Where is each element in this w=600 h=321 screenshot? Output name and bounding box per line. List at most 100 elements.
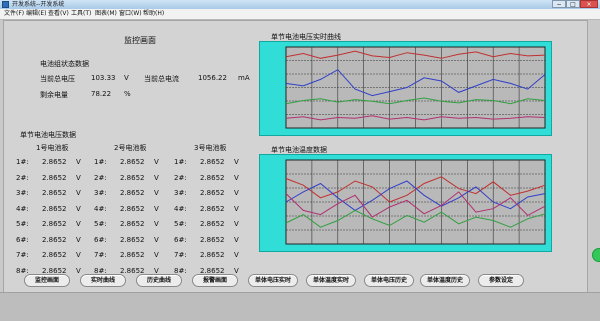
chart-svg	[285, 46, 546, 129]
cell-voltage-value: 2.8652	[42, 189, 67, 197]
nav-cell-temperature-history-button[interactable]: 单体温度历史	[420, 274, 470, 287]
cell-voltage-unit: V	[76, 158, 81, 166]
cell-voltage-unit: V	[234, 220, 239, 228]
nav-monitor-button[interactable]: 监控画面	[24, 274, 70, 287]
menu-tools[interactable]: 工具(T)	[71, 9, 91, 19]
board-header: 3号电池板	[194, 144, 227, 152]
nav-settings-button[interactable]: 参数设定	[478, 274, 524, 287]
cell-voltage-unit: V	[234, 204, 239, 213]
menu-help[interactable]: 帮助(H)	[143, 9, 164, 19]
cell-id: 5#:	[174, 220, 187, 228]
cell-voltage-value: 2.8652	[200, 251, 225, 259]
cell-id: 4#:	[16, 204, 29, 213]
cell-voltage-unit: V	[234, 251, 239, 259]
nav-cell-voltage-history-button[interactable]: 单体电压历史	[364, 274, 414, 287]
total-voltage-unit: V	[124, 74, 129, 82]
cell-voltage-value: 2.8652	[120, 251, 145, 259]
menu-edit[interactable]: 编辑(E)	[26, 9, 46, 19]
cell-voltage-unit: V	[154, 189, 159, 197]
cell-id: 1#:	[94, 158, 107, 166]
cell-voltage-value: 2.8652	[42, 204, 67, 213]
cell-voltage-value: 2.8652	[200, 220, 225, 228]
cell-voltage-value: 2.8652	[42, 235, 67, 244]
cell-voltage-value: 2.8652	[120, 235, 145, 244]
cell-voltage-value: 2.8652	[120, 204, 145, 213]
minimize-button[interactable]: −	[552, 0, 566, 8]
temperature-chart	[259, 154, 552, 252]
cell-voltage-unit: V	[234, 173, 239, 182]
close-button[interactable]: ×	[580, 0, 598, 8]
cell-id: 6#:	[16, 235, 29, 244]
cell-voltage-value: 2.8652	[200, 204, 225, 213]
cell-voltage-heading: 单节电池电压数据	[20, 131, 76, 139]
cell-voltage-value: 2.8652	[120, 173, 145, 182]
cell-id: 3#:	[94, 189, 107, 197]
total-current-value: 1056.22	[198, 74, 227, 82]
cell-id: 3#:	[174, 189, 187, 197]
cell-voltage-unit: V	[154, 220, 159, 228]
cell-voltage-unit: V	[76, 251, 81, 259]
cell-voltage-unit: V	[154, 173, 159, 182]
nav-cell-voltage-realtime-button[interactable]: 单体电压实时	[248, 274, 298, 287]
nav-history-curve-button[interactable]: 历史曲线	[136, 274, 182, 287]
cell-voltage-value: 2.8652	[120, 189, 145, 197]
page-title: 监控画面	[124, 36, 156, 45]
cell-voltage-unit: V	[76, 235, 81, 244]
remaining-value: 78.22	[91, 90, 112, 98]
cell-id: 2#:	[174, 173, 187, 182]
cell-voltage-unit: V	[154, 158, 159, 166]
navigation-bar: 监控画面 实时曲线 历史曲线 报警画面 单体电压实时 单体温度实时 单体电压历史…	[0, 270, 600, 292]
maximize-button[interactable]: □	[566, 0, 580, 8]
bottom-strip	[0, 292, 600, 321]
cell-id: 6#:	[174, 235, 187, 244]
chart-svg	[285, 159, 546, 245]
nav-realtime-curve-button[interactable]: 实时曲线	[80, 274, 126, 287]
cell-id: 5#:	[16, 220, 29, 228]
cell-voltage-unit: V	[154, 204, 159, 213]
cell-id: 7#:	[94, 251, 107, 259]
cell-voltage-value: 2.8652	[200, 158, 225, 166]
board-header: 1号电池板	[36, 144, 69, 152]
nav-cell-temperature-realtime-button[interactable]: 单体温度实时	[306, 274, 356, 287]
side-scroll-handle[interactable]	[592, 248, 600, 262]
cell-id: 7#:	[16, 251, 29, 259]
board-header: 2号电池板	[114, 144, 147, 152]
total-voltage-value: 103.33	[91, 74, 116, 82]
cell-voltage-unit: V	[76, 173, 81, 182]
cell-id: 1#:	[174, 158, 187, 166]
cell-voltage-unit: V	[234, 235, 239, 244]
cell-id: 6#:	[94, 235, 107, 244]
total-voltage-label: 当前总电压	[40, 75, 75, 83]
remaining-unit: %	[124, 90, 131, 98]
cell-voltage-unit: V	[154, 251, 159, 259]
cell-voltage-value: 2.8652	[42, 158, 67, 166]
cell-voltage-value: 2.8652	[200, 173, 225, 182]
cell-voltage-unit: V	[76, 189, 81, 197]
cell-voltage-unit: V	[154, 235, 159, 244]
cell-voltage-value: 2.8652	[42, 251, 67, 259]
cell-voltage-unit: V	[234, 158, 239, 166]
cell-voltage-value: 2.8652	[200, 235, 225, 244]
cell-voltage-value: 2.8652	[200, 189, 225, 197]
cell-voltage-unit: V	[234, 189, 239, 197]
cell-id: 4#:	[94, 204, 107, 213]
cell-id: 5#:	[94, 220, 107, 228]
cell-voltage-value: 2.8652	[120, 158, 145, 166]
app-icon	[2, 1, 9, 8]
cell-id: 7#:	[174, 251, 187, 259]
remaining-label: 剩余电量	[40, 91, 68, 99]
nav-alarm-button[interactable]: 报警画面	[192, 274, 238, 287]
status-heading: 电池组状态数据	[40, 60, 89, 68]
cell-id: 2#:	[16, 173, 29, 182]
total-current-unit: mA	[238, 74, 250, 82]
cell-voltage-value: 2.8652	[120, 220, 145, 228]
menu-window[interactable]: 窗口(W)	[119, 9, 142, 19]
window-title: 开发系统--开发系统	[12, 1, 65, 8]
menu-file[interactable]: 文件(F)	[4, 9, 24, 19]
menu-bar: 文件(F) 编辑(E) 查看(V) 工具(T) 图表(M) 窗口(W) 帮助(H…	[0, 9, 600, 20]
cell-id: 4#:	[174, 204, 187, 213]
menu-view[interactable]: 查看(V)	[48, 9, 69, 19]
menu-chart[interactable]: 图表(M)	[95, 9, 117, 19]
total-current-label: 当前总电流	[144, 75, 179, 83]
cell-voltage-unit: V	[76, 220, 81, 228]
